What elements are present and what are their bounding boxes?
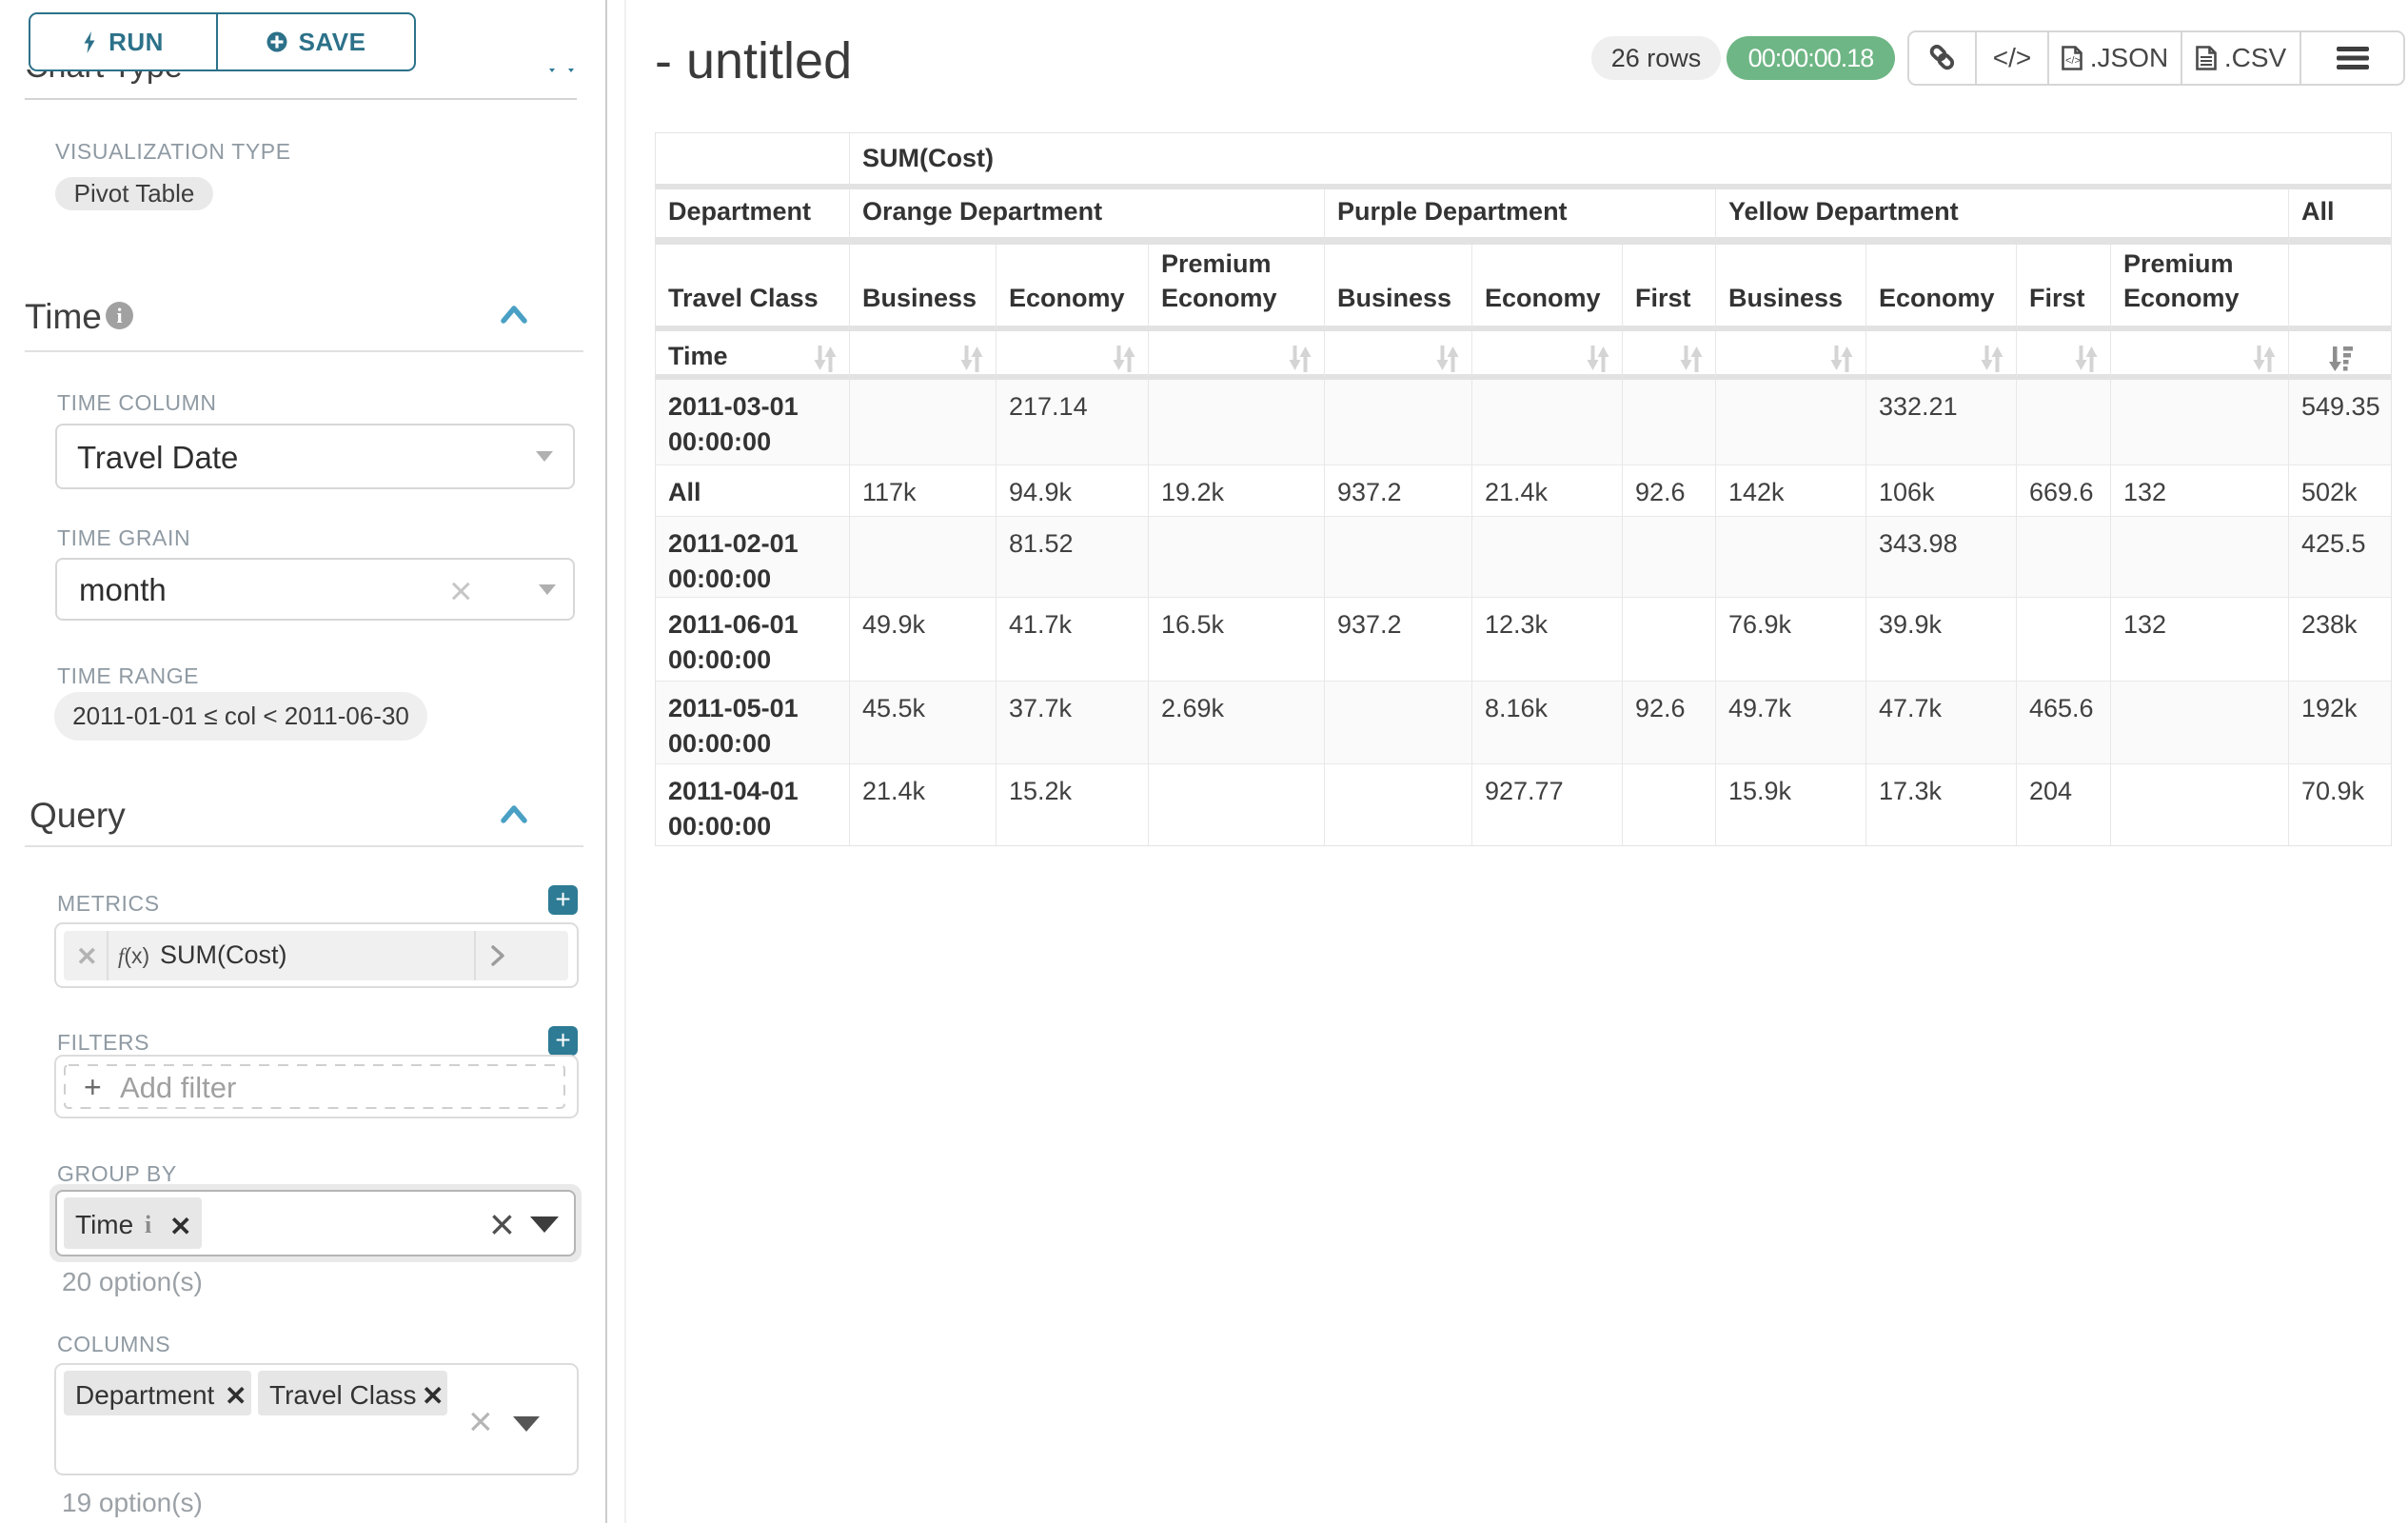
svg-text:</>: </> xyxy=(2065,55,2081,67)
